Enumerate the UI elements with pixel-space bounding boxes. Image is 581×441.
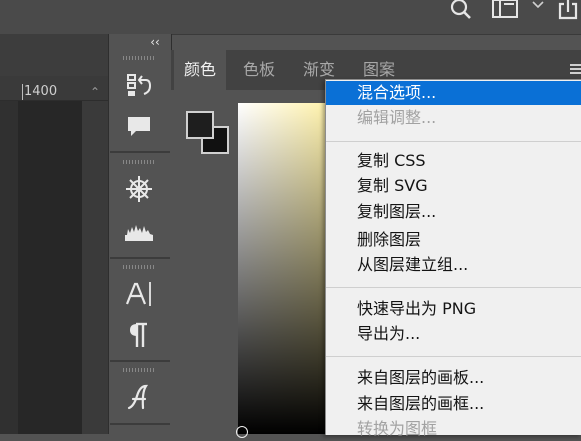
dock-divider xyxy=(110,360,170,362)
chevron-down-icon[interactable] xyxy=(531,0,545,12)
foreground-color-swatch[interactable] xyxy=(186,111,214,139)
pasteboard xyxy=(0,101,18,434)
comments-icon xyxy=(128,117,150,136)
tab-color[interactable]: 颜色 xyxy=(174,50,227,90)
menu-item-group-from-layers[interactable]: 从图层建立组... xyxy=(326,253,581,277)
pasteboard-right xyxy=(82,101,108,434)
workspace-icon[interactable] xyxy=(491,0,519,20)
menu-item-label: 复制 SVG xyxy=(357,176,428,195)
menu-separator xyxy=(326,287,581,288)
menu-item-label: 复制图层... xyxy=(357,202,437,221)
menu-item-label: 快速导出为 PNG xyxy=(357,299,477,318)
chevron-up-icon[interactable]: ⌃ xyxy=(90,85,100,99)
share-icon[interactable] xyxy=(556,0,581,22)
menu-item-frame-from-layers[interactable]: 来自图层的画框... xyxy=(326,392,581,416)
paragraph-button[interactable] xyxy=(121,318,157,352)
menu-separator xyxy=(326,141,581,142)
comments-button[interactable] xyxy=(121,110,157,144)
ruler-label: 1400 xyxy=(24,84,58,99)
menu-item-copy-css[interactable]: 复制 CSS xyxy=(326,149,581,173)
histogram-button[interactable] xyxy=(121,215,157,249)
dock-grip[interactable] xyxy=(123,368,155,372)
document-canvas[interactable] xyxy=(18,101,82,434)
dock-grip[interactable] xyxy=(123,160,155,164)
properties-button[interactable] xyxy=(121,172,157,206)
character-icon xyxy=(125,282,151,306)
collapse-dock-button[interactable]: ‹‹ xyxy=(147,34,163,50)
dock-divider xyxy=(110,151,170,153)
menu-item-blending-options[interactable]: 混合选项... xyxy=(326,81,581,105)
histogram-icon xyxy=(125,225,153,241)
character-button[interactable] xyxy=(121,277,157,311)
menu-item-label: 删除图层 xyxy=(357,230,422,249)
menu-item-quick-export-png[interactable]: 快速导出为 PNG xyxy=(326,297,581,321)
menu-item-label: 复制 CSS xyxy=(357,151,426,170)
color-picker-field[interactable] xyxy=(238,103,338,434)
properties-icon xyxy=(126,176,152,202)
menu-item-label: 编辑调整... xyxy=(357,108,437,127)
menu-item-label: 转换为图框 xyxy=(357,419,438,438)
menu-item-copy-svg[interactable]: 复制 SVG xyxy=(326,174,581,198)
menu-item-duplicate-layer[interactable]: 复制图层... xyxy=(326,200,581,224)
dock-grip[interactable] xyxy=(123,56,155,60)
menu-item-label: 来自图层的画框... xyxy=(357,394,485,413)
menu-item-edit-adjustment: 编辑调整... xyxy=(326,106,581,130)
menu-item-delete-layer[interactable]: 删除图层 xyxy=(326,228,581,252)
glyphs-icon xyxy=(127,384,149,410)
history-button[interactable] xyxy=(121,69,157,103)
menu-item-label: 导出为... xyxy=(357,324,421,343)
document-tab-bar xyxy=(0,34,108,76)
tab-swatches[interactable]: 色板 xyxy=(233,50,285,90)
menu-item-artboard-from-layers[interactable]: 来自图层的画板... xyxy=(326,366,581,390)
search-icon[interactable] xyxy=(448,0,474,22)
ruler-tick xyxy=(22,84,23,100)
panel-menu-icon[interactable] xyxy=(570,64,581,74)
dock-divider xyxy=(110,423,170,425)
paragraph-icon xyxy=(130,322,147,347)
history-icon xyxy=(127,74,152,96)
menu-separator xyxy=(326,356,581,357)
dock-divider xyxy=(110,257,170,259)
dock-grip[interactable] xyxy=(123,265,155,269)
menu-item-label: 从图层建立组... xyxy=(357,255,469,274)
menu-item-label: 混合选项... xyxy=(357,83,437,102)
color-picker-marker[interactable] xyxy=(236,426,248,438)
menu-item-label: 来自图层的画板... xyxy=(357,368,485,387)
menu-item-convert-to-frame: 转换为图框 xyxy=(326,417,581,441)
menu-item-export-as[interactable]: 导出为... xyxy=(326,322,581,346)
glyphs-button[interactable] xyxy=(121,380,157,414)
